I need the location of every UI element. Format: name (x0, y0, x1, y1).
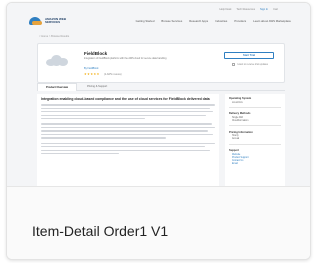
overview-content: Integration enabling cloud-based complia… (37, 94, 219, 186)
nav-link-getting-started[interactable]: Getting Started (136, 19, 155, 23)
sidebar-item: Annual (232, 138, 240, 141)
nav-link-browse[interactable]: Browse Services (161, 19, 182, 23)
sidebar-heading: Pricing Information (229, 130, 253, 134)
logo-mark-icon (29, 17, 42, 25)
rating-count[interactable]: (2 AWS reviews) (104, 73, 122, 76)
util-link-resources[interactable]: Tech Resources (236, 8, 255, 11)
util-link-cart[interactable]: Cart (273, 8, 278, 11)
overview-paragraph-1 (41, 104, 215, 120)
product-cloud-icon (46, 54, 68, 66)
overview-paragraph-2 (41, 123, 215, 139)
sidebar-section-os: Operating System Linux/Unix (229, 97, 281, 108)
sidebar-heading: Delivery Methods (229, 112, 251, 116)
sidebar-item: CloudFormation (232, 119, 249, 122)
product-title: FieldBlock (84, 51, 108, 56)
top-navigation: AMAZON WEB SERVICES Getting Started Brow… (29, 13, 291, 29)
product-vendor-link[interactable]: By FieldBlock (84, 67, 98, 70)
screenshot-card[interactable]: Help Desk Tech Resources Sign In Cart AM… (6, 2, 311, 260)
logo-text: AMAZON WEB SERVICES (45, 16, 66, 24)
tab-pricing[interactable]: Pricing & Support (79, 83, 115, 91)
card-caption-area: Item-Detail Order1 V1 (7, 186, 310, 259)
nav-link-providers[interactable]: Providers (234, 19, 246, 23)
nav-link-research[interactable]: Research Apps (189, 19, 208, 23)
overview-paragraph-3 (41, 142, 215, 155)
nav-link-learn[interactable]: Learn about AWS Marketplace (253, 19, 291, 23)
card-caption[interactable]: Item-Detail Order1 V1 (32, 223, 168, 239)
product-sidebar: Operating System Linux/Unix Delivery Met… (225, 94, 285, 186)
sidebar-heading: Support (229, 149, 239, 153)
tab-overview[interactable]: Product Overview (37, 83, 78, 91)
util-link-help[interactable]: Help Desk (219, 8, 231, 11)
overview-heading: Integration enabling cloud-based complia… (41, 97, 210, 101)
start-trial-button[interactable]: Start Trial (224, 52, 274, 59)
rating-stars: ★★★★★ (84, 72, 100, 76)
trial-updates-label: I want to receive trial updates (236, 63, 268, 66)
sidebar-heading: Operating System (229, 97, 252, 100)
sidebar-link[interactable]: Email (229, 163, 281, 166)
util-link-signin[interactable]: Sign In (260, 8, 268, 11)
product-header-card: FieldBlock Integration of FieldBlock pla… (37, 43, 285, 83)
utility-links: Help Desk Tech Resources Sign In Cart (219, 8, 278, 11)
breadcrumb[interactable]: < Home > Browse Results (39, 35, 69, 38)
nav-link-industries[interactable]: Industries (215, 19, 227, 23)
sidebar-section-pricing: Pricing Information Hourly Annual (229, 130, 281, 145)
sidebar-section-delivery: Delivery Methods Single AMI CloudFormati… (229, 112, 281, 126)
sidebar-item: Linux/Unix (232, 101, 243, 104)
trial-updates-option[interactable]: I want to receive trial updates (231, 63, 268, 66)
product-tabs: Product Overview Pricing & Support (37, 83, 285, 91)
page-thumbnail: Help Desk Tech Resources Sign In Cart AM… (7, 3, 310, 186)
logo[interactable]: AMAZON WEB SERVICES (29, 17, 81, 25)
product-description: Integration of FieldBlock platform with … (84, 57, 167, 60)
nav-links: Getting Started Browse Services Research… (136, 19, 291, 23)
trial-updates-checkbox[interactable] (231, 63, 235, 66)
sidebar-section-support: Support Website Product Support Contact … (229, 149, 281, 166)
